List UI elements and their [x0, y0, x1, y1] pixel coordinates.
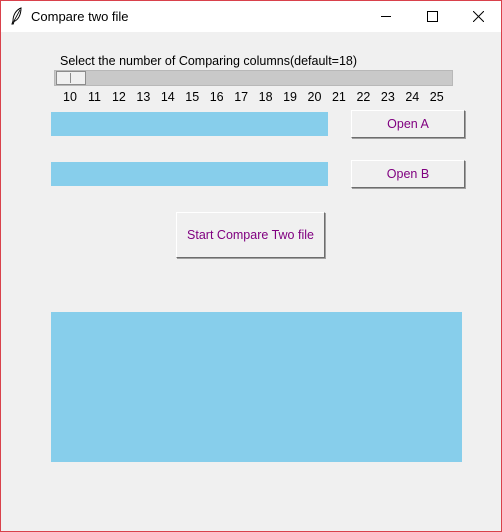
close-icon	[472, 11, 484, 22]
window-content: Select the number of Comparing columns(d…	[1, 32, 501, 531]
compare-output-text[interactable]	[51, 312, 462, 462]
slider-tick-label: 24	[405, 90, 420, 104]
minimize-icon	[380, 16, 391, 17]
feather-icon	[11, 7, 22, 25]
slider-tick-label: 10	[63, 90, 77, 104]
window-title: Compare two file	[31, 9, 129, 24]
slider-tick-label: 17	[234, 90, 249, 104]
slider-tick-label: 19	[283, 90, 297, 104]
slider-tick-label: 18	[258, 90, 273, 104]
slider-tick-label: 14	[160, 90, 175, 104]
slider-tick-labels: 10 11 12 13 14 15 16 17 18 19 20 21 22 23 24 25	[54, 90, 453, 106]
slider-tick-label: 23	[380, 90, 395, 104]
file-b-path-field[interactable]	[51, 162, 328, 186]
column-count-slider[interactable]	[54, 70, 453, 86]
slider-tick-label: 13	[136, 90, 151, 104]
open-a-button[interactable]: Open A	[351, 110, 465, 138]
maximize-button[interactable]	[409, 1, 455, 32]
file-a-path-field[interactable]	[51, 112, 328, 136]
slider-tick-label: 16	[209, 90, 224, 104]
slider-tick-label: 25	[429, 90, 444, 104]
close-button[interactable]	[455, 1, 501, 32]
title-bar[interactable]: Compare two file	[1, 1, 501, 32]
slider-thumb[interactable]	[56, 71, 86, 85]
slider-tick-label: 20	[307, 90, 322, 104]
open-b-button[interactable]: Open B	[351, 160, 465, 188]
slider-tick-label: 21	[331, 90, 346, 104]
slider-tick-label: 15	[185, 90, 200, 104]
slider-tick-label: 12	[111, 90, 126, 104]
start-compare-button[interactable]: Start Compare Two file	[176, 212, 325, 258]
maximize-icon	[426, 11, 438, 22]
slider-tick-label: 22	[356, 90, 371, 104]
slider-tick-label: 11	[87, 90, 101, 104]
minimize-button[interactable]	[363, 1, 409, 32]
app-window: Compare two file Select the number of Co…	[0, 0, 502, 532]
slider-label: Select the number of Comparing columns(d…	[60, 54, 358, 68]
